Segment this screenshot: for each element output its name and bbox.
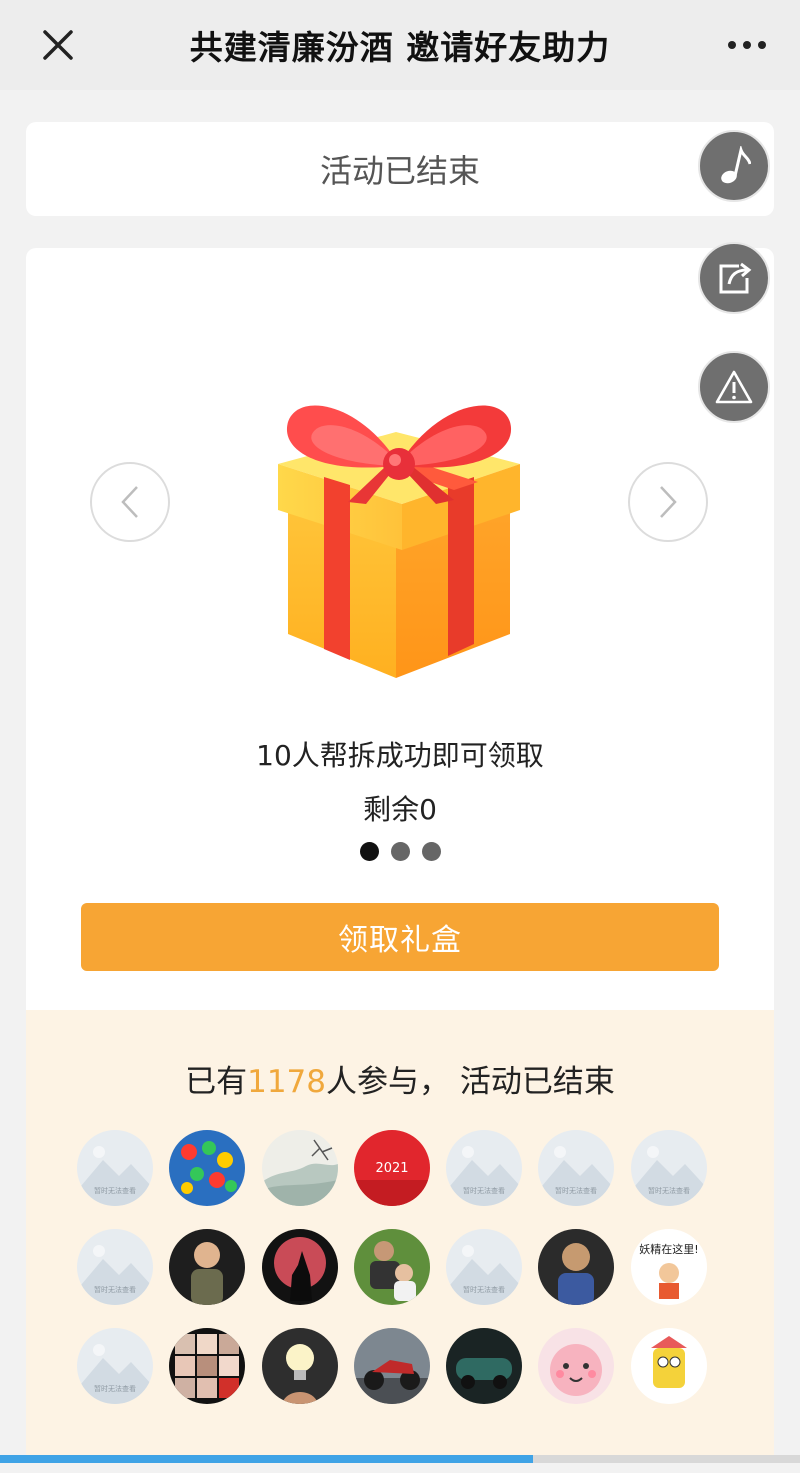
participants-prefix: 已有	[185, 1064, 248, 1100]
avatar-photo	[169, 1328, 246, 1404]
activity-status-text: 活动已结束	[319, 152, 480, 190]
activity-status-card: 活动已结束	[26, 122, 774, 216]
carousel-dot[interactable]	[421, 842, 441, 861]
placeholder-text: 暂时无法查看	[94, 1384, 136, 1393]
participant-avatar[interactable]: 妖精在这里!	[630, 1229, 707, 1305]
participant-avatar[interactable]	[169, 1130, 246, 1206]
share-icon	[719, 262, 752, 294]
more-options-button[interactable]	[720, 22, 774, 68]
loading-progress-fill	[0, 1455, 533, 1463]
music-button[interactable]	[698, 130, 770, 202]
participant-avatar[interactable]: 暂时无法查看	[630, 1130, 707, 1206]
participant-avatar[interactable]	[169, 1229, 246, 1305]
avatar-photo	[261, 1130, 338, 1206]
avatar-photo	[261, 1328, 338, 1404]
placeholder-text: 暂时无法查看	[463, 1186, 505, 1195]
share-button[interactable]	[698, 242, 770, 314]
gift-card: 10人帮拆成功即可领取 剩余0 领取礼盒	[26, 248, 774, 1010]
avatar-photo	[169, 1229, 246, 1305]
participant-avatar[interactable]	[353, 1229, 430, 1305]
report-button[interactable]	[698, 351, 770, 423]
avatar-label: 2021	[375, 1161, 408, 1176]
carousel-dot[interactable]	[359, 842, 379, 861]
avatar-photo	[538, 1229, 615, 1305]
avatar-photo	[261, 1229, 338, 1305]
participant-avatar[interactable]: 暂时无法查看	[77, 1229, 153, 1305]
chevron-left-icon	[121, 486, 138, 518]
participants-summary: 已有1178人参与， 活动已结束	[26, 1056, 774, 1101]
participant-avatar[interactable]: 暂时无法查看	[446, 1130, 523, 1206]
carousel-prev-button[interactable]	[90, 462, 170, 542]
participant-avatars: 暂时无法查看 2021 暂时无法查看 暂时无法查看 暂时无法查看 暂时无法查看 暂时无法查看…	[77, 1130, 727, 1404]
image-placeholder-icon: 暂时无法查看	[538, 1130, 615, 1206]
participant-avatar[interactable]	[630, 1328, 707, 1404]
participants-count: 1178	[247, 1064, 327, 1100]
avatar-photo	[538, 1328, 615, 1404]
participant-avatar[interactable]: 2021	[353, 1130, 430, 1206]
image-placeholder-icon: 暂时无法查看	[77, 1130, 153, 1206]
chevron-right-icon	[660, 486, 677, 518]
avatar-photo	[446, 1328, 523, 1404]
participant-avatar[interactable]	[261, 1130, 338, 1206]
close-icon	[43, 30, 73, 60]
avatar-photo	[353, 1328, 430, 1404]
placeholder-text: 暂时无法查看	[94, 1186, 136, 1195]
participant-avatar[interactable]: 暂时无法查看	[77, 1328, 153, 1404]
title-bar: 共建清廉汾酒 邀请好友助力	[0, 0, 800, 90]
image-placeholder-icon: 暂时无法查看	[630, 1130, 707, 1206]
participants-suffix: 人参与，	[326, 1064, 451, 1100]
participant-avatar[interactable]: 暂时无法查看	[446, 1229, 523, 1305]
music-note-icon	[721, 146, 751, 184]
page-title: 共建清廉汾酒 邀请好友助力	[189, 28, 611, 67]
image-placeholder-icon: 暂时无法查看	[446, 1229, 523, 1305]
svg-text:妖精在这里!: 妖精在这里!	[639, 1242, 698, 1256]
loading-progress-bar	[0, 1455, 800, 1463]
avatar-photo: 妖精在这里!	[630, 1229, 707, 1305]
participant-avatar[interactable]	[353, 1328, 430, 1404]
carousel-indicator	[26, 842, 774, 861]
more-icon	[728, 41, 736, 49]
participants-section: 已有1178人参与， 活动已结束 暂时无法查看 2021 暂时无法查看 暂时无法查看暂…	[26, 1010, 774, 1455]
gift-box-image	[278, 405, 520, 678]
avatar-photo: 2021	[353, 1130, 430, 1206]
image-placeholder-icon: 暂时无法查看	[446, 1130, 523, 1206]
warning-icon	[715, 370, 753, 404]
gift-requirement-text: 10人帮拆成功即可领取	[256, 739, 544, 772]
gift-remaining-text: 剩余0	[363, 793, 437, 826]
placeholder-text: 暂时无法查看	[94, 1285, 136, 1294]
carousel-next-button[interactable]	[628, 462, 708, 542]
placeholder-text: 暂时无法查看	[648, 1186, 690, 1195]
image-placeholder-icon: 暂时无法查看	[77, 1229, 153, 1305]
placeholder-text: 暂时无法查看	[463, 1285, 505, 1294]
participant-avatar[interactable]	[261, 1328, 338, 1404]
image-placeholder-icon: 暂时无法查看	[77, 1328, 153, 1404]
participant-avatar[interactable]	[169, 1328, 246, 1404]
participant-avatar[interactable]	[261, 1229, 338, 1305]
participants-status: 活动已结束	[459, 1064, 615, 1100]
avatar-photo	[169, 1130, 246, 1206]
avatar-photo	[630, 1328, 707, 1404]
participant-avatar[interactable]: 暂时无法查看	[77, 1130, 153, 1206]
participant-avatar[interactable]	[446, 1328, 523, 1404]
avatar-photo	[353, 1229, 430, 1305]
participant-avatar[interactable]: 暂时无法查看	[538, 1130, 615, 1206]
close-button[interactable]	[30, 20, 86, 70]
placeholder-text: 暂时无法查看	[555, 1186, 597, 1195]
participant-avatar[interactable]	[538, 1229, 615, 1305]
carousel-dot[interactable]	[390, 842, 410, 861]
participant-avatar[interactable]	[538, 1328, 615, 1404]
claim-gift-button[interactable]: 领取礼盒	[81, 903, 719, 971]
